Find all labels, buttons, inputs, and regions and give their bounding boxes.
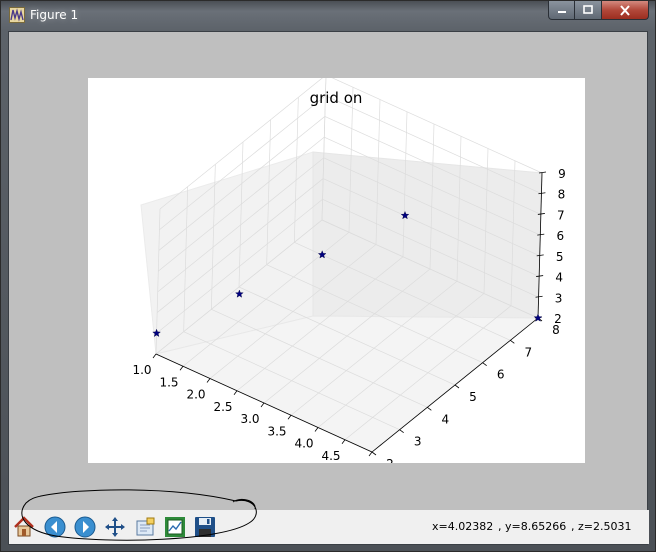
matplotlib-app-icon — [9, 7, 25, 23]
pan-button[interactable] — [102, 514, 128, 540]
z-tick-label: 8 — [558, 188, 566, 202]
x-tick-label: 1.5 — [159, 375, 178, 389]
pane-back — [312, 151, 543, 319]
z-tick-label: 6 — [556, 229, 564, 243]
z-tick-label: 2 — [554, 312, 562, 326]
title-bar[interactable]: Figure 1 — [1, 1, 655, 31]
save-button[interactable] — [192, 514, 218, 540]
x-tick-mark — [152, 353, 157, 359]
close-icon — [620, 4, 630, 16]
y-tick-label: 5 — [469, 390, 477, 404]
minimize-button[interactable] — [548, 1, 575, 20]
zoom-button[interactable] — [132, 514, 158, 540]
configure-subplots-icon — [165, 517, 185, 537]
home-icon — [14, 516, 34, 537]
status-z: , z=2.5031 — [571, 520, 632, 533]
x-tick-mark — [260, 402, 265, 408]
forward-button[interactable] — [72, 514, 98, 540]
z-tick-label: 5 — [556, 250, 564, 264]
x-tick-label: 5.0 — [348, 461, 367, 463]
y-tick-label: 3 — [414, 435, 422, 449]
y-tick-mark — [482, 362, 487, 366]
axes-3d[interactable]: 1.0 1.5 2.0 2.5 3.0 3.5 4.0 4.5 5.0 2 3 4 5 6 7 8 2 3 4 5 6 7… — [88, 74, 585, 475]
home-button[interactable] — [11, 514, 37, 540]
zoom-rect-icon — [136, 517, 155, 536]
y-tick-label: 7 — [525, 345, 533, 359]
y-tick-mark — [427, 407, 432, 411]
y-tick-mark — [454, 384, 460, 389]
close-button[interactable] — [602, 1, 649, 20]
forward-arrow-icon — [74, 516, 96, 538]
y-tick-label: 6 — [497, 368, 505, 382]
floppy-save-icon — [195, 517, 215, 537]
x-tick-label: 1.0 — [132, 363, 151, 377]
status-x: x=4.02382 — [432, 520, 494, 533]
z-tick-label: 4 — [555, 271, 563, 285]
x-tick-mark — [314, 427, 319, 432]
y-tick-label: 2 — [386, 457, 394, 463]
z-tick-label: 9 — [558, 167, 566, 181]
window-title: Figure 1 — [30, 8, 79, 22]
x-tick-mark — [287, 415, 292, 420]
z-tick-label: 3 — [555, 291, 563, 305]
subplots-button[interactable] — [162, 514, 188, 540]
x-tick-mark — [368, 451, 373, 457]
z-tick-label: 7 — [557, 208, 565, 222]
scatter-3d-chart: 1.0 1.5 2.0 2.5 3.0 3.5 4.0 4.5 5.0 2 3 4 5 6 7 8 2 3 4 5 6 7… — [132, 74, 566, 475]
y-tick-label: 4 — [442, 412, 450, 426]
y-tick-mark — [399, 429, 404, 433]
x-tick-label: 3.5 — [267, 424, 286, 438]
figure-window: Figure 1 1.0 1.5 2.0 2.5 3.0 3.5 4.0 4.5 5.0 — [0, 0, 656, 552]
chart-title: grid on — [310, 89, 363, 107]
minimize-icon — [557, 11, 566, 13]
x-tick-mark — [206, 378, 211, 383]
y-tick-mark — [371, 451, 377, 456]
x-tick-label: 4.5 — [321, 449, 340, 463]
move-arrows-icon — [105, 517, 125, 537]
x-tick-mark — [179, 366, 184, 371]
back-arrow-icon — [44, 516, 66, 538]
maximize-icon — [583, 5, 593, 14]
back-button[interactable] — [42, 514, 68, 540]
x-tick-label: 4.0 — [294, 437, 313, 451]
x-tick-mark — [341, 439, 346, 444]
x-tick-label: 2.0 — [186, 388, 205, 402]
x-tick-label: 3.0 — [240, 412, 259, 426]
maximize-button[interactable] — [575, 1, 602, 20]
x-tick-mark — [233, 390, 238, 395]
y-tick-mark — [510, 340, 515, 344]
x-tick-label: 2.5 — [213, 400, 232, 414]
status-y: , y=8.65266 — [498, 520, 567, 533]
